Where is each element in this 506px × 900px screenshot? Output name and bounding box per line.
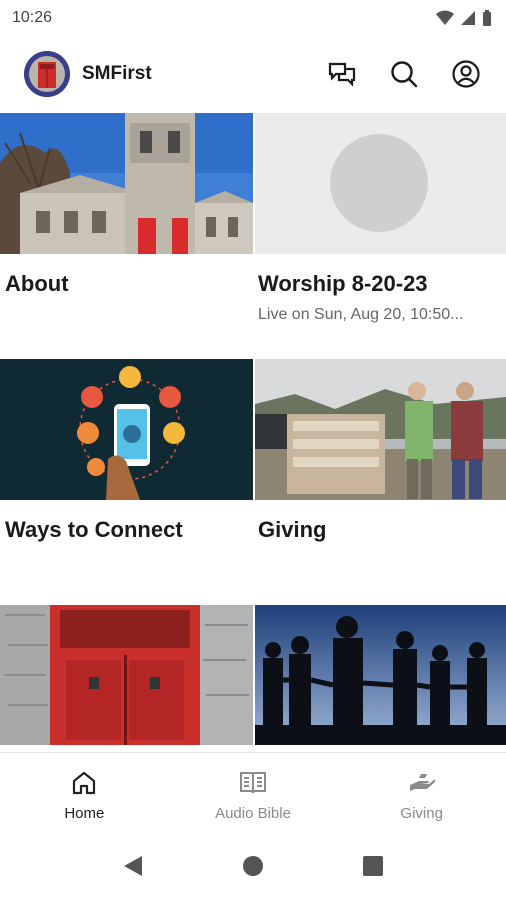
nav-audio-bible[interactable]: Audio Bible <box>169 753 338 832</box>
nav-label: Giving <box>400 805 443 822</box>
app-header: SMFirst <box>0 36 506 112</box>
search-icon <box>391 61 418 88</box>
status-bar: 10:26 <box>0 0 506 36</box>
nav-label: Audio Bible <box>215 805 291 822</box>
recents-icon[interactable] <box>362 855 384 877</box>
red-doors-image <box>0 605 253 745</box>
nav-giving[interactable]: Giving <box>337 753 506 832</box>
system-navigation-bar <box>0 832 506 900</box>
account-icon <box>452 60 480 88</box>
home-circle-icon[interactable] <box>242 855 264 877</box>
home-icon <box>73 771 96 795</box>
tile-title: Worship 8-20-23 <box>258 271 428 296</box>
signal-icon <box>461 11 475 25</box>
tile-title: About <box>5 271 69 296</box>
bottom-navigation: Home Audio Bible Giving <box>0 752 506 832</box>
app-logo-avatar[interactable] <box>24 51 70 97</box>
status-time: 10:26 <box>12 9 53 26</box>
chat-icon <box>328 62 356 87</box>
tile-community[interactable] <box>255 605 506 745</box>
tile-subtitle: Live on Sun, Aug 20, 10:50... <box>258 306 464 323</box>
nav-label: Home <box>64 805 105 822</box>
wifi-icon <box>436 10 454 25</box>
tile-title: Giving <box>258 517 327 542</box>
tile-red-doors[interactable] <box>0 605 253 745</box>
book-icon <box>240 772 266 794</box>
connect-illustration-image <box>0 359 253 500</box>
back-icon[interactable] <box>122 854 144 878</box>
nav-home[interactable]: Home <box>0 753 169 832</box>
tile-worship[interactable]: Worship 8-20-23 Live on Sun, Aug 20, 10:… <box>255 113 506 359</box>
tile-giving[interactable]: Giving <box>255 359 506 605</box>
church-building-image <box>0 113 253 254</box>
silhouettes-image <box>255 605 506 745</box>
search-button[interactable] <box>388 58 420 90</box>
tile-title: Ways to Connect <box>5 517 183 542</box>
app-title: SMFirst <box>82 63 152 84</box>
giving-hand-icon <box>409 774 435 791</box>
account-button[interactable] <box>450 58 482 90</box>
messages-button[interactable] <box>326 58 358 90</box>
worship-placeholder-image <box>255 113 506 254</box>
tile-about[interactable]: About <box>0 113 253 359</box>
giving-photo-image <box>255 359 506 500</box>
tile-ways-to-connect[interactable]: Ways to Connect <box>0 359 253 605</box>
battery-icon <box>483 10 491 26</box>
church-door-icon <box>24 51 70 97</box>
